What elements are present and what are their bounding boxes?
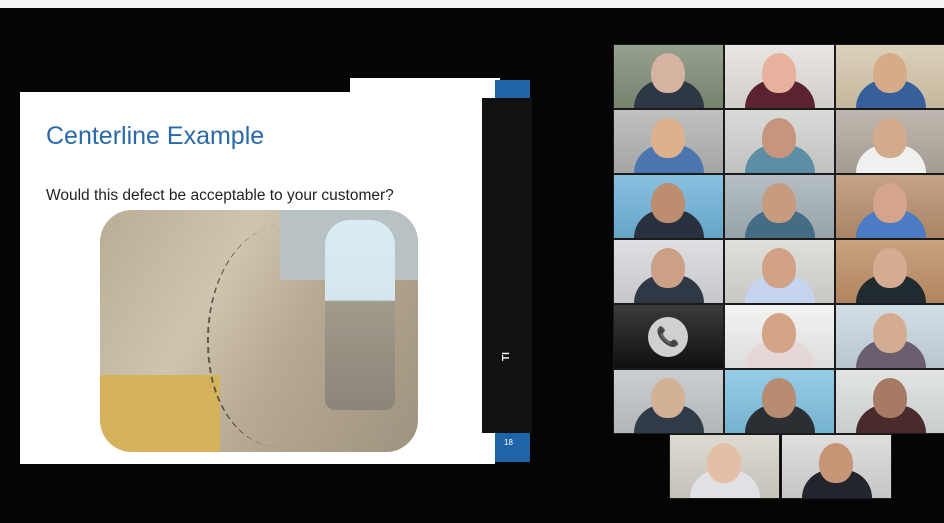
video-overlay-strip	[482, 98, 532, 433]
participant-head	[651, 183, 685, 223]
participant-video-tile[interactable]	[835, 174, 944, 239]
participant-head	[873, 313, 907, 353]
participant-video-tile[interactable]	[835, 44, 944, 109]
participant-video-tile[interactable]	[724, 44, 835, 109]
participant-video-tile[interactable]	[835, 369, 944, 434]
participant-video-tile[interactable]	[613, 109, 724, 174]
participant-head	[651, 118, 685, 158]
participant-video-tile[interactable]	[613, 239, 724, 304]
participant-head	[873, 378, 907, 418]
participant-video-tile[interactable]	[724, 304, 835, 369]
participant-video-tile[interactable]	[613, 369, 724, 434]
participant-head	[707, 443, 741, 483]
participant-video-tile[interactable]	[724, 239, 835, 304]
top-strip	[0, 0, 944, 8]
slide-title: Centerline Example	[46, 122, 265, 150]
participant-head	[762, 313, 796, 353]
participant-head	[873, 118, 907, 158]
phone-glyph: 📞	[656, 327, 680, 348]
participant-head	[762, 378, 796, 418]
participant-head	[873, 53, 907, 93]
participant-video-tile[interactable]	[724, 174, 835, 239]
participant-video-tile[interactable]	[669, 434, 780, 499]
participant-video-tile[interactable]	[835, 304, 944, 369]
shared-slide: Centerline Example Would this defect be …	[20, 78, 532, 465]
participant-video-tile[interactable]	[613, 44, 724, 109]
participant-head	[819, 443, 853, 483]
participant-video-tile[interactable]	[724, 109, 835, 174]
participant-grid: 📞	[613, 44, 944, 499]
slide-page-number: 18	[504, 438, 513, 447]
participant-head	[762, 53, 796, 93]
participant-head	[873, 183, 907, 223]
participant-head	[873, 248, 907, 288]
slide-side-label: TI	[501, 352, 512, 361]
participant-head	[762, 183, 796, 223]
participant-head	[651, 248, 685, 288]
participant-head	[762, 118, 796, 158]
participant-video-tile[interactable]	[835, 239, 944, 304]
participant-video-tile[interactable]	[835, 109, 944, 174]
photo-table	[100, 375, 220, 452]
participant-head	[651, 378, 685, 418]
phone-icon: 📞	[648, 317, 688, 357]
participant-video-tile[interactable]	[781, 434, 892, 499]
participant-head	[651, 53, 685, 93]
participant-video-tile[interactable]	[613, 174, 724, 239]
participant-head	[762, 248, 796, 288]
slide-subtitle: Would this defect be acceptable to your …	[46, 187, 394, 204]
participant-video-tile[interactable]	[724, 369, 835, 434]
defect-photo	[100, 210, 418, 452]
participant-phone-tile[interactable]: 📞	[613, 304, 724, 369]
